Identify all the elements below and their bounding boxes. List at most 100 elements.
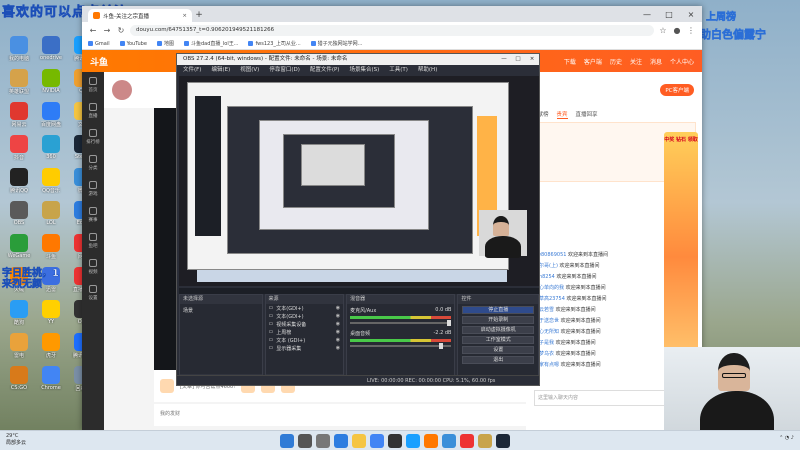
source-item[interactable]: ▭ 文本 (GDI+) ◉ xyxy=(266,336,344,344)
forward-icon[interactable]: → xyxy=(102,26,112,35)
rail-item[interactable]: 游戏 xyxy=(82,176,104,202)
rail-item[interactable]: 赛事 xyxy=(82,202,104,228)
desktop-icon[interactable]: 雷电 xyxy=(4,333,34,366)
obs-maximize-button[interactable]: □ xyxy=(511,54,525,65)
obs-preview[interactable] xyxy=(179,76,539,286)
source-item[interactable]: ▭ 上周榜 ◉ xyxy=(266,328,344,336)
rail-item[interactable]: 视频 xyxy=(82,254,104,280)
profile-icon[interactable]: ● xyxy=(672,26,682,35)
obs-close-button[interactable]: × xyxy=(525,54,539,65)
obs-minimize-button[interactable]: — xyxy=(497,54,511,65)
promo-banner[interactable]: 中奖 钻石 领取 xyxy=(664,132,698,382)
desktop-icon[interactable]: 腾讯QQ xyxy=(4,168,34,201)
maximize-button[interactable]: □ xyxy=(658,8,680,22)
obs-control-button[interactable]: 工作室模式 xyxy=(462,336,534,344)
menu-icon[interactable]: ⋮ xyxy=(686,26,696,35)
desktop-icon[interactable]: CS:GO xyxy=(4,366,34,399)
header-nav-item[interactable]: 客户端 xyxy=(584,57,602,66)
star-icon[interactable]: ☆ xyxy=(658,26,668,35)
obs-control-button[interactable]: 开始录制 xyxy=(462,316,534,324)
steam-icon[interactable] xyxy=(496,434,510,448)
obs-menu-item[interactable]: 场景集合(S) xyxy=(349,65,379,75)
visibility-eye-icon[interactable]: ◉ xyxy=(336,321,340,327)
system-tray[interactable]: ⌃ ◔ ♪ xyxy=(779,435,794,441)
side-tab[interactable]: 直播回享 xyxy=(576,110,598,118)
obs-control-button[interactable]: 停止直播 xyxy=(462,306,534,314)
back-icon[interactable]: ← xyxy=(88,26,98,35)
desktop-icon[interactable]: 酷狗 xyxy=(4,300,34,333)
edge-icon[interactable] xyxy=(334,434,348,448)
desktop-icon[interactable]: onedrive xyxy=(36,36,66,69)
visibility-eye-icon[interactable]: ◉ xyxy=(336,305,340,311)
obs-menu-item[interactable]: 配置文件(P) xyxy=(310,65,340,75)
new-tab-button[interactable]: + xyxy=(192,9,206,22)
start-icon[interactable] xyxy=(280,434,294,448)
wechat-icon[interactable] xyxy=(442,434,456,448)
douyu-logo[interactable]: 斗鱼 xyxy=(90,55,108,68)
visibility-eye-icon[interactable]: ◉ xyxy=(336,313,340,319)
obs-menu-item[interactable]: 视图(V) xyxy=(240,65,259,75)
header-nav-item[interactable]: 关注 xyxy=(630,57,642,66)
desktop-icon[interactable]: YY xyxy=(36,300,66,333)
rail-item[interactable]: 分类 xyxy=(82,150,104,176)
desktop-icon[interactable]: 360 xyxy=(36,135,66,168)
volume-slider[interactable] xyxy=(350,320,452,326)
streamer-avatar[interactable] xyxy=(112,80,132,100)
desktop-icon[interactable]: 百度网盘 xyxy=(36,102,66,135)
obs-menu-item[interactable]: 文件(F) xyxy=(183,65,201,75)
rail-item[interactable]: 直播 xyxy=(82,98,104,124)
bookmark-item[interactable]: fws123_上司从业... xyxy=(248,40,301,47)
reload-icon[interactable]: ↻ xyxy=(116,26,126,35)
desktop-icon[interactable]: 虎牙 xyxy=(36,333,66,366)
obs-icon[interactable] xyxy=(388,434,402,448)
gift-icon[interactable] xyxy=(160,379,174,393)
obs-menu-item[interactable]: 工具(T) xyxy=(389,65,408,75)
volume-slider-knob[interactable] xyxy=(447,320,452,326)
close-window-button[interactable]: × xyxy=(680,8,702,22)
obs-control-button[interactable]: 退出 xyxy=(462,356,534,364)
bookmark-item[interactable]: YouTube xyxy=(119,41,147,47)
minimize-button[interactable]: — xyxy=(636,8,658,22)
desktop-icon[interactable]: 抖音 xyxy=(4,135,34,168)
task-view-icon[interactable] xyxy=(316,434,330,448)
header-nav-item[interactable]: 下载 xyxy=(564,57,576,66)
volume-slider-knob[interactable] xyxy=(439,343,444,349)
visibility-eye-icon[interactable]: ◉ xyxy=(336,337,340,343)
lol-icon[interactable] xyxy=(478,434,492,448)
obs-menu-item[interactable]: 停靠窗口(D) xyxy=(269,65,300,75)
tab-close-icon[interactable]: × xyxy=(182,13,187,19)
obs-menu-item[interactable]: 编辑(E) xyxy=(211,65,230,75)
desktop-icon[interactable]: 我的电脑 xyxy=(4,36,34,69)
search-icon[interactable] xyxy=(298,434,312,448)
browser-tab-douyu[interactable]: 斗鱼-关注之宗直播 × xyxy=(88,9,192,22)
bookmark-item[interactable]: Gmail xyxy=(88,41,110,47)
chat-input[interactable]: 这里输入聊天内容 xyxy=(534,390,674,406)
visibility-eye-icon[interactable]: ◉ xyxy=(336,345,340,351)
header-nav-item[interactable]: 消息 xyxy=(650,57,662,66)
bookmark-item[interactable]: 猎子元独网站学网... xyxy=(310,40,362,47)
desktop-icon[interactable]: LOL xyxy=(36,201,66,234)
chrome-icon[interactable] xyxy=(370,434,384,448)
desktop-icon[interactable]: Chrome xyxy=(36,366,66,399)
desktop-icon[interactable]: 网易云 xyxy=(4,102,34,135)
obs-menu-item[interactable]: 帮助(H) xyxy=(418,65,437,75)
pc-client-button[interactable]: PC客户端 xyxy=(660,84,694,96)
header-nav-item[interactable]: 历史 xyxy=(610,57,622,66)
rail-item[interactable]: 首页 xyxy=(82,72,104,98)
explorer-icon[interactable] xyxy=(352,434,366,448)
desktop-icon[interactable]: WeGame xyxy=(4,234,34,267)
desktop-icon[interactable]: 英雄联盟 xyxy=(4,69,34,102)
rail-item[interactable]: 设置 xyxy=(82,280,104,306)
side-tab[interactable]: 贵宾 xyxy=(556,110,568,119)
header-nav-item[interactable]: 个人中心 xyxy=(670,57,694,66)
rail-item[interactable]: 排行榜 xyxy=(82,124,104,150)
obs-control-button[interactable]: 设置 xyxy=(462,346,534,354)
visibility-eye-icon[interactable]: ◉ xyxy=(336,329,340,335)
douyu-icon[interactable] xyxy=(424,434,438,448)
source-item[interactable]: ▭ 视频采集设备 ◉ xyxy=(266,320,344,328)
rail-item[interactable]: 鱼吧 xyxy=(82,228,104,254)
volume-slider[interactable] xyxy=(350,343,452,349)
netease-icon[interactable] xyxy=(460,434,474,448)
bookmark-item[interactable]: 斗鱼dad直播_lol王... xyxy=(183,40,238,47)
scene-item[interactable]: 场景 xyxy=(180,304,262,317)
